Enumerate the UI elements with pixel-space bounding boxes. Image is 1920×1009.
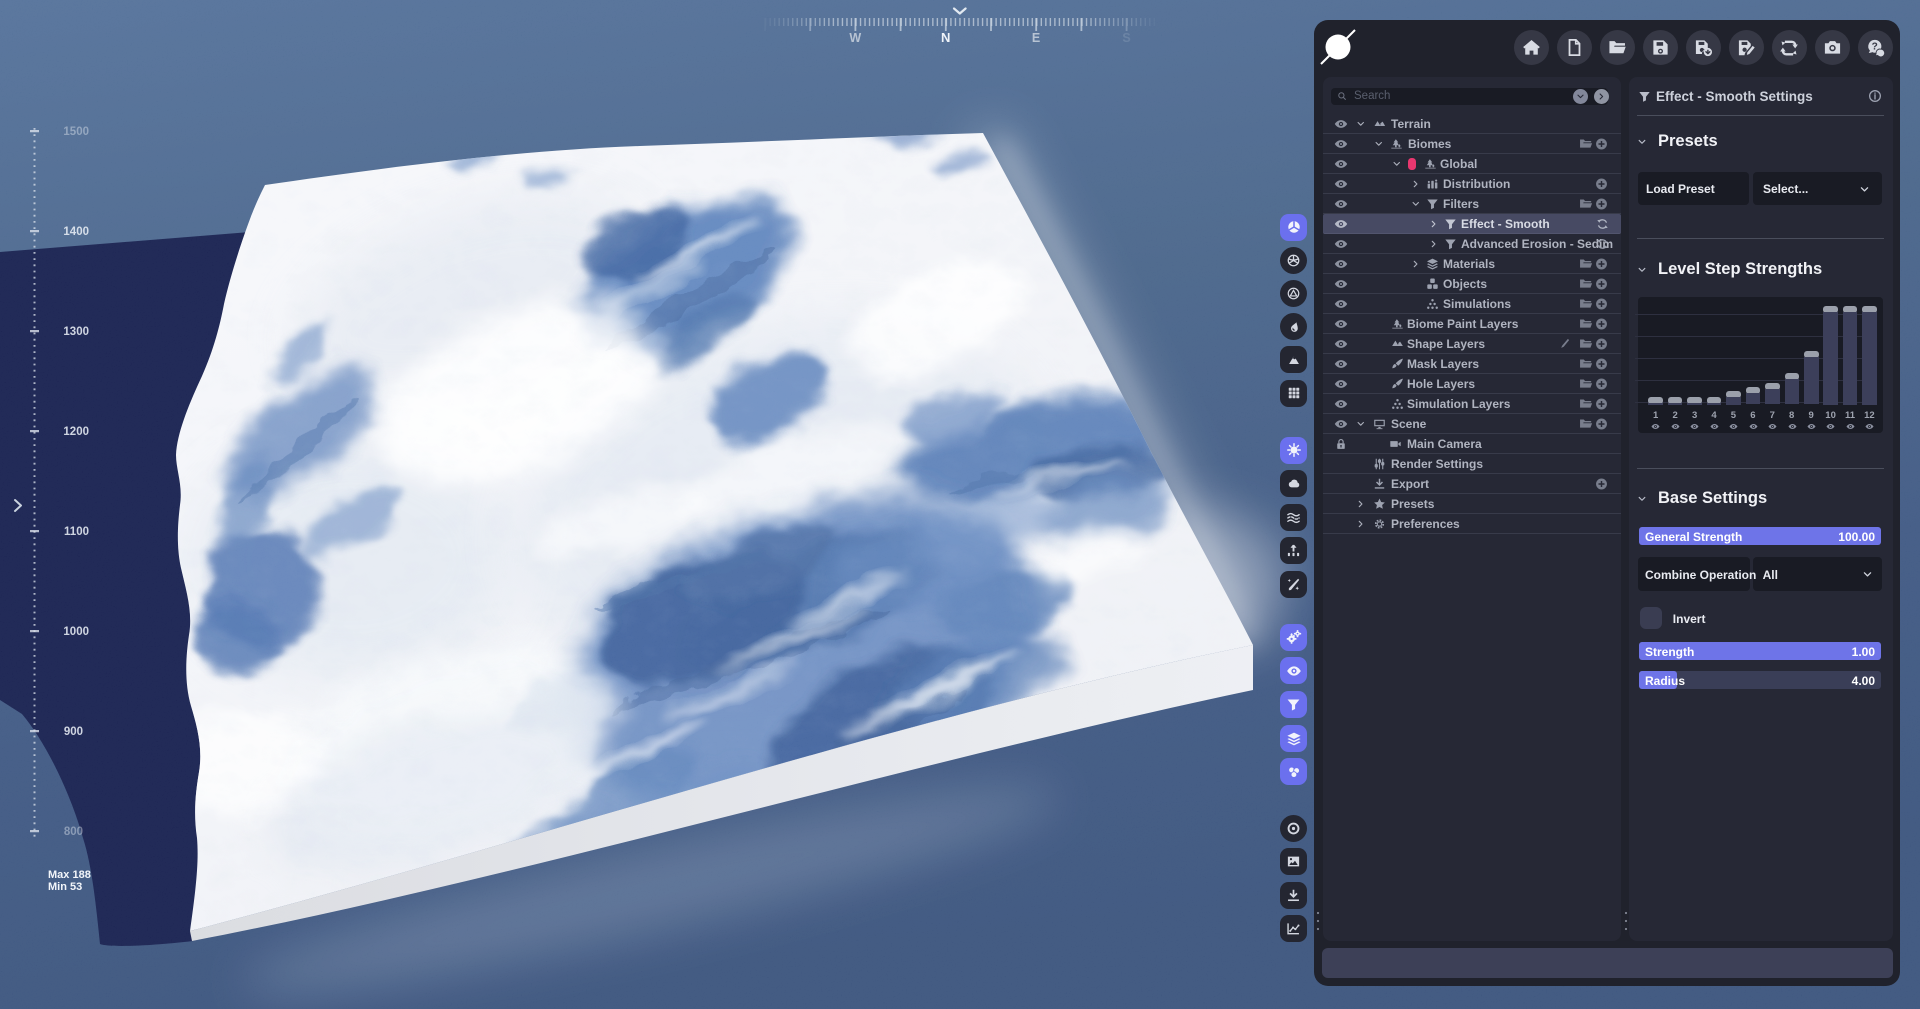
svg-text:1400: 1400 [63,226,89,238]
svg-text:1000: 1000 [63,626,89,638]
svg-text:1300: 1300 [63,326,89,338]
svg-text:1100: 1100 [64,526,89,538]
svg-text:1500: 1500 [63,126,89,138]
svg-text:E: E [1032,31,1040,45]
svg-text:1200: 1200 [63,426,89,438]
svg-text:N: N [941,30,950,45]
svg-text:800: 800 [64,826,83,838]
svg-text:W: W [849,31,861,45]
svg-text:S: S [1122,31,1130,45]
svg-text:900: 900 [64,726,83,738]
svg-text:Max 188: Max 188 [48,869,91,881]
svg-text:Min 53: Min 53 [48,881,82,893]
